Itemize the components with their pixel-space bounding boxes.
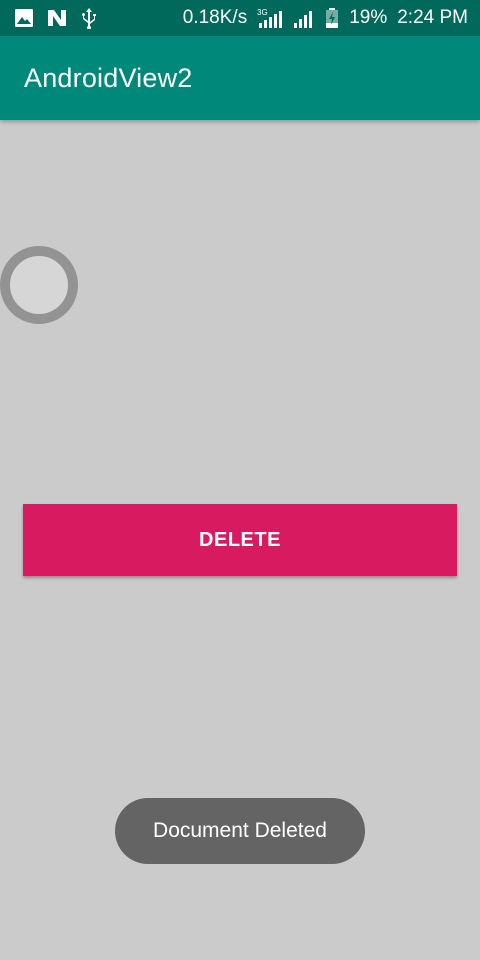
app-bar: AndroidView2 (0, 36, 480, 120)
battery-charging-icon (325, 7, 339, 29)
toast-text: Document Deleted (153, 819, 327, 842)
network-speed: 0.18K/s (182, 7, 248, 28)
usb-icon (80, 7, 98, 29)
signal-3g-icon: 3G (257, 7, 283, 29)
svg-text:3G: 3G (257, 8, 268, 17)
signal-icon (293, 7, 315, 29)
clock: 2:24 PM (397, 7, 468, 28)
n-notification-icon (46, 8, 68, 28)
battery-percent: 19% (349, 7, 388, 28)
image-icon (14, 8, 34, 28)
toast-message: Document Deleted (115, 798, 365, 864)
delete-button[interactable]: DELETE (23, 504, 457, 576)
main-content: DELETE Document Deleted (0, 120, 480, 960)
status-bar: 0.18K/s 3G 19% 2:24 PM (0, 0, 480, 36)
radio-button[interactable] (0, 246, 78, 324)
app-title: AndroidView2 (24, 62, 193, 93)
